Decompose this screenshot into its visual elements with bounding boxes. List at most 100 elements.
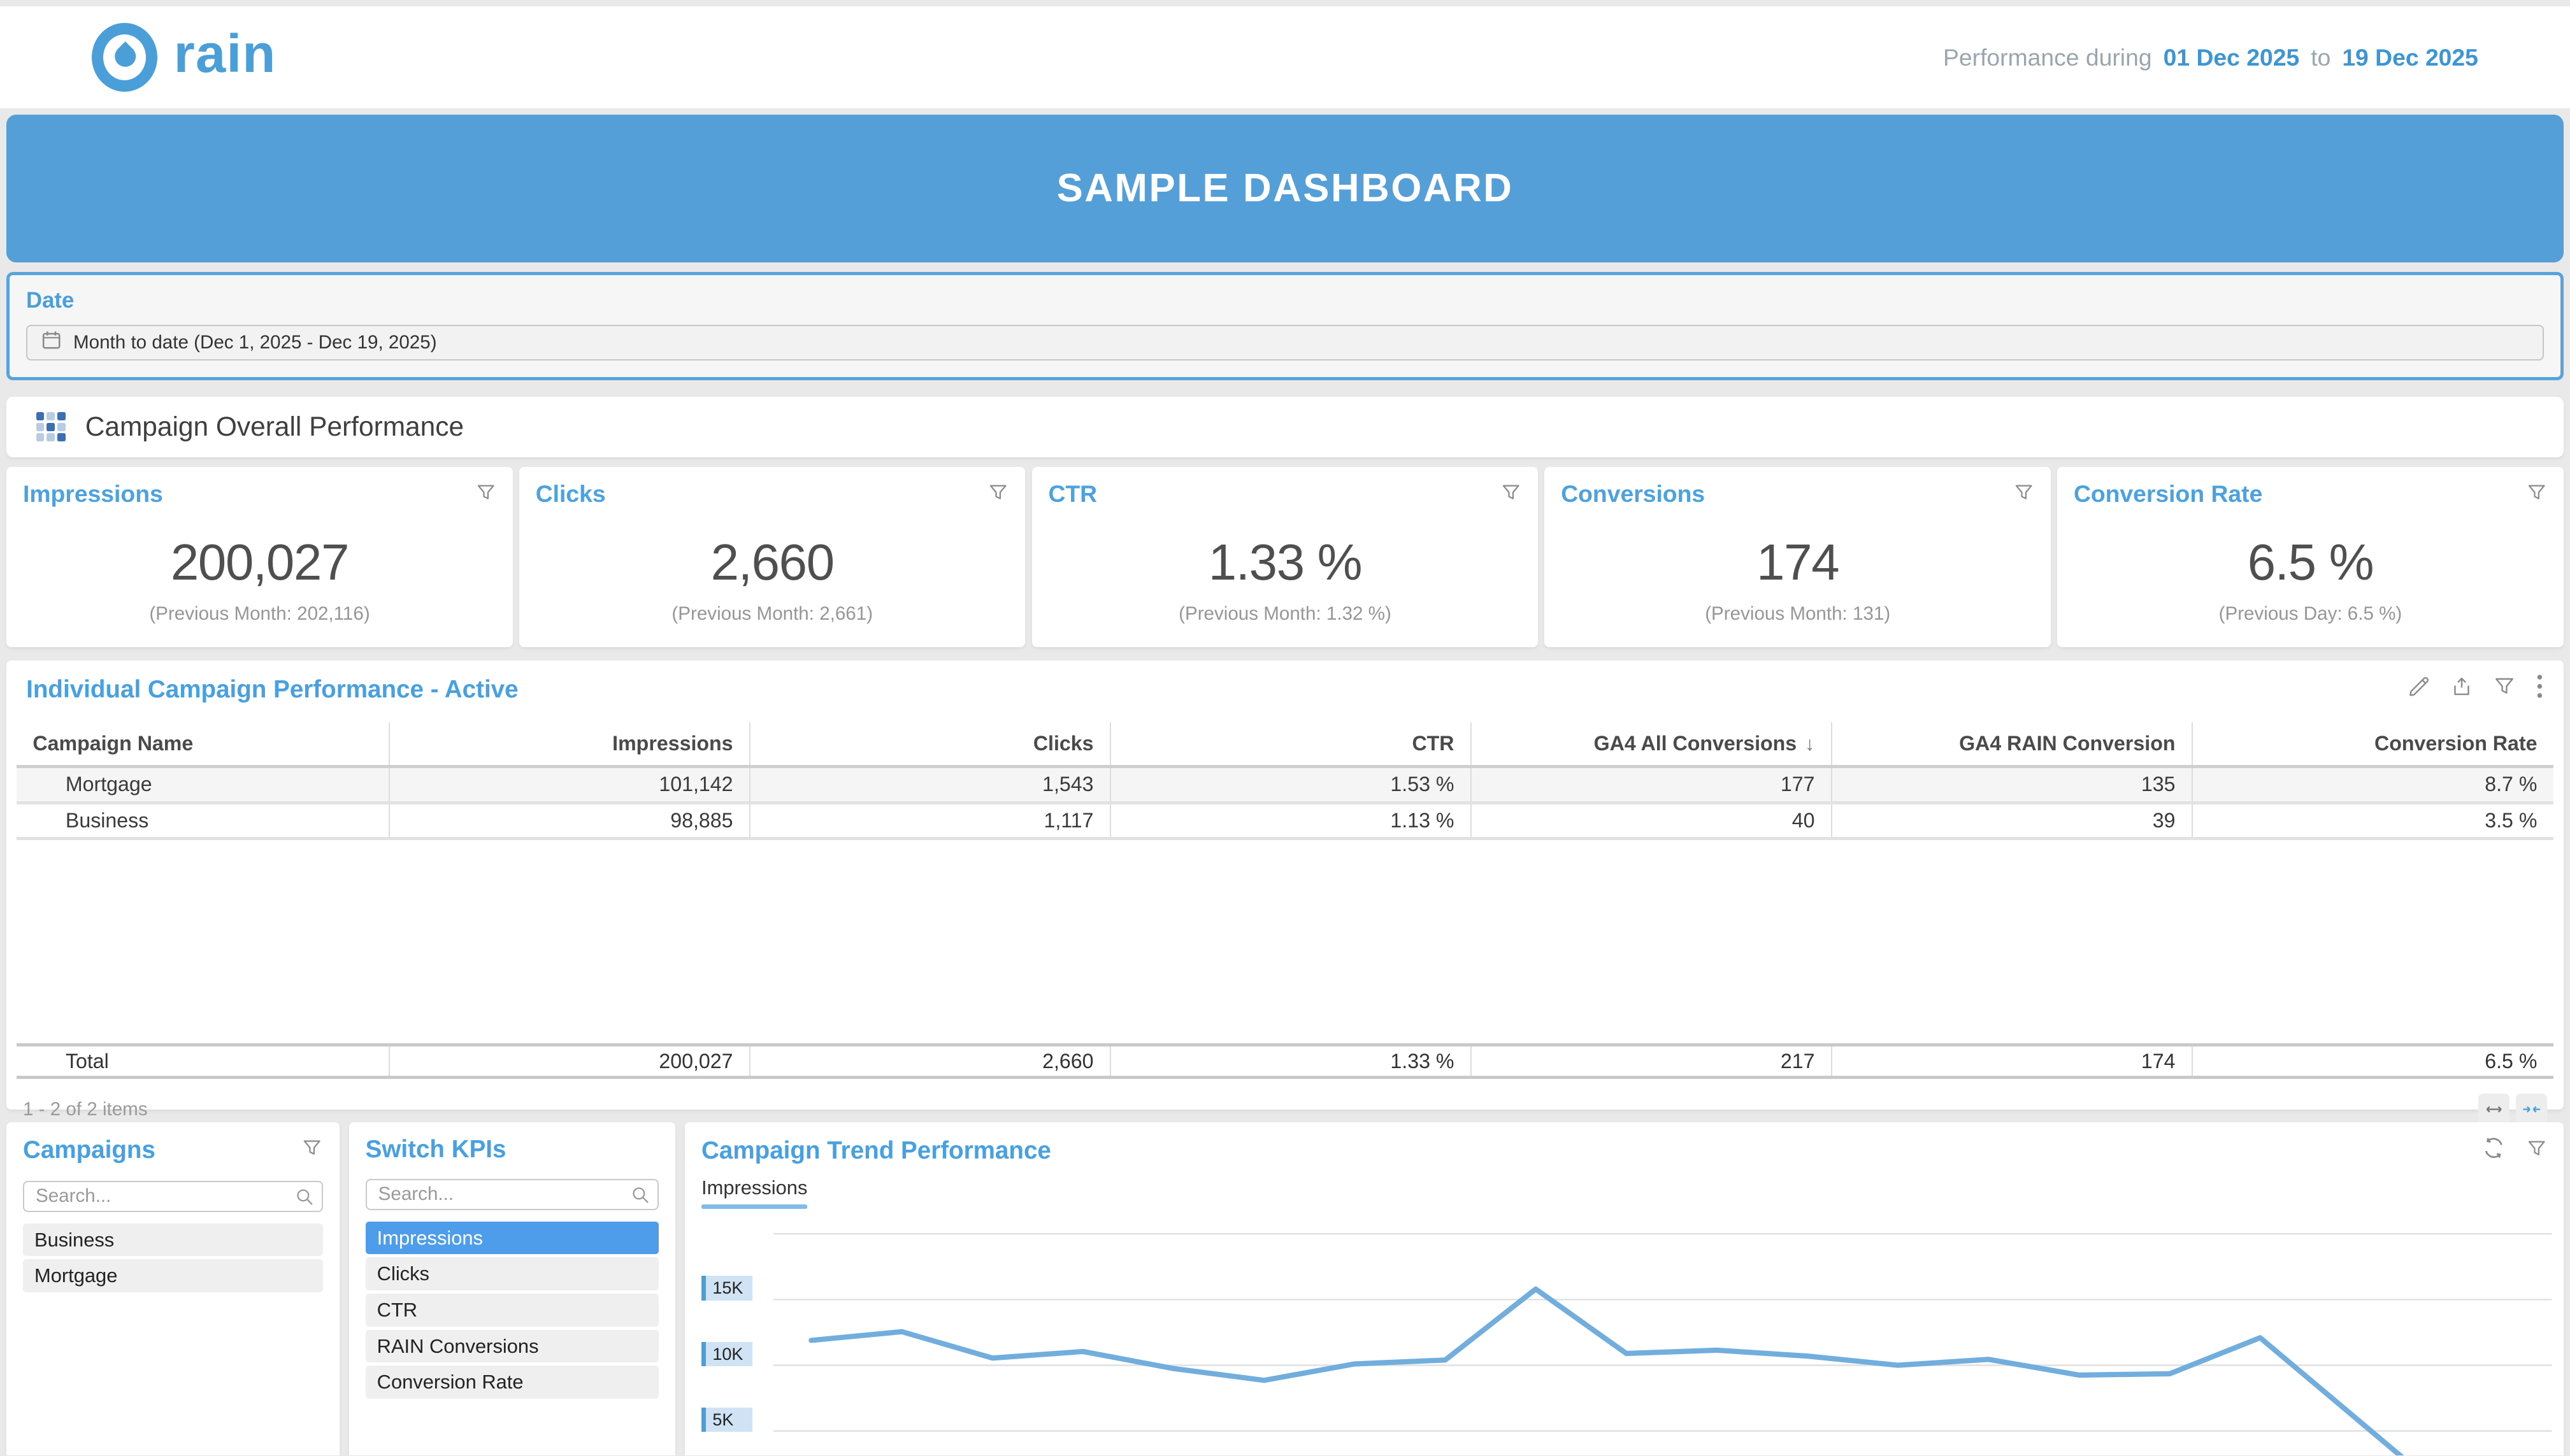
legend-item-impressions[interactable]: Impressions <box>701 1176 807 1209</box>
refresh-icon[interactable] <box>2481 1136 2506 1167</box>
kpi-subtitle: (Previous Month: 131) <box>1561 603 2034 625</box>
column-header-campaign-name[interactable]: Campaign Name <box>17 722 391 765</box>
filter-icon[interactable] <box>475 480 496 510</box>
date-range-value: Month to date (Dec 1, 2025 - Dec 19, 202… <box>73 332 437 353</box>
table-footer-buttons <box>2478 1094 2547 1125</box>
cell-impressions: 98,885 <box>390 804 750 837</box>
cell-ga4-all-conversions: 177 <box>1472 768 1832 801</box>
cell-campaign-name: Business <box>17 804 391 837</box>
kpi-item-conversion-rate[interactable]: Conversion Rate <box>366 1366 659 1398</box>
kpi-subtitle: (Previous Month: 202,116) <box>23 603 496 625</box>
fit-column-width-button[interactable] <box>2478 1094 2509 1125</box>
filter-icon[interactable] <box>2013 480 2034 510</box>
kpi-title: Conversions <box>1561 480 1705 508</box>
kpi-card-impressions: Impressions 200,027 (Previous Month: 202… <box>6 467 512 647</box>
cell-ga4-all-conversions: 40 <box>1472 804 1832 837</box>
kpi-card-clicks: Clicks 2,660 (Previous Month: 2,661) <box>519 467 1025 647</box>
y-axis-label-10k: 10K <box>701 1342 752 1367</box>
kpi-title: CTR <box>1048 480 1097 508</box>
kpi-cards-row: Impressions 200,027 (Previous Month: 202… <box>6 467 2563 647</box>
section-title: Campaign Overall Performance <box>85 411 464 442</box>
kpi-value: 200,027 <box>23 533 496 592</box>
water-drop-icon <box>110 41 140 71</box>
kebab-menu-icon[interactable] <box>2536 673 2544 706</box>
kpi-subtitle: (Previous Month: 1.32 %) <box>1048 603 1521 625</box>
to-label: to <box>2311 44 2330 71</box>
kpi-item-rain-conversions[interactable]: RAIN Conversions <box>366 1330 659 1362</box>
date-filter-label: Date <box>26 289 2544 313</box>
bottom-row: Campaigns BusinessMortgage Switch KPIs I… <box>6 1122 2563 1455</box>
line-chart-svg <box>701 1224 2552 1455</box>
table-row-business[interactable]: Business98,8851,1171.13 %40393.5 % <box>17 804 2554 840</box>
kpi-card-conversion-rate: Conversion Rate 6.5 % (Previous Day: 6.5… <box>2057 467 2563 647</box>
filter-icon[interactable] <box>2526 1136 2547 1166</box>
kpi-value: 174 <box>1561 533 2034 592</box>
column-header-conversion-rate[interactable]: Conversion Rate <box>2193 722 2553 765</box>
performance-label: Performance during <box>1943 44 2152 71</box>
table-header-row: Campaign NameImpressionsClicksCTRGA4 All… <box>17 722 2554 768</box>
campaign-item-mortgage[interactable]: Mortgage <box>23 1259 323 1292</box>
date-filter-section: Date Month to date (Dec 1, 2025 - Dec 19… <box>6 272 2563 380</box>
filter-icon[interactable] <box>2526 480 2547 510</box>
column-header-clicks[interactable]: Clicks <box>750 722 1111 765</box>
kpi-item-impressions[interactable]: Impressions <box>366 1222 659 1254</box>
dashboard-title: SAMPLE DASHBOARD <box>1057 166 1514 211</box>
date-range-picker[interactable]: Month to date (Dec 1, 2025 - Dec 19, 202… <box>26 325 2544 361</box>
table-row-mortgage[interactable]: Mortgage101,1421,5431.53 %1771358.7 % <box>17 768 2554 804</box>
campaigns-search-input[interactable] <box>23 1181 323 1212</box>
kpi-item-clicks[interactable]: Clicks <box>366 1257 659 1290</box>
column-header-impressions[interactable]: Impressions <box>390 722 750 765</box>
cell-ctr: 1.53 % <box>1111 768 1472 801</box>
pagination-status: 1 - 2 of 2 items <box>23 1099 148 1120</box>
cell-ga4-rain-conversion: 135 <box>1832 768 2193 801</box>
cell-clicks: 1,117 <box>750 804 1111 837</box>
campaigns-panel: Campaigns BusinessMortgage <box>6 1122 339 1455</box>
kpi-title: Impressions <box>23 480 163 508</box>
section-header: Campaign Overall Performance <box>6 397 2563 457</box>
filter-icon[interactable] <box>2493 674 2516 704</box>
kpi-item-ctr[interactable]: CTR <box>366 1294 659 1326</box>
search-icon <box>295 1183 315 1213</box>
kpis-search-input[interactable] <box>366 1179 659 1210</box>
search-icon <box>631 1181 650 1211</box>
campaign-item-business[interactable]: Business <box>23 1224 323 1256</box>
cell-conversion-rate: 8.7 % <box>2193 768 2553 801</box>
column-header-ctr[interactable]: CTR <box>1111 722 1472 765</box>
kpi-card-ctr: CTR 1.33 % (Previous Month: 1.32 %) <box>1032 467 1538 647</box>
switch-kpis-panel: Switch KPIs ImpressionsClicks CTR RAIN Con… <box>349 1122 675 1455</box>
kpi-subtitle: (Previous Day: 6.5 %) <box>2074 603 2547 625</box>
trend-line-chart: 15K 10K 5K <box>701 1224 2547 1455</box>
trend-chart-panel: Campaign Trend Performance Impressions 1… <box>685 1122 2563 1455</box>
column-header-ga4-rain-conversion[interactable]: GA4 RAIN Conversion <box>1832 722 2193 765</box>
cell-campaign-name: Mortgage <box>17 768 391 801</box>
campaign-table-card: Individual Campaign Performance - Active… <box>6 660 2563 1110</box>
sort-desc-icon: ↓ <box>1805 732 1814 755</box>
export-icon[interactable] <box>2450 674 2473 704</box>
column-header-ga4-all-conversions[interactable]: GA4 All Conversions↓ <box>1472 722 1832 765</box>
dashboard-banner: SAMPLE DASHBOARD <box>6 115 2563 262</box>
total-ga4-rain-conversion: 174 <box>1832 1046 2193 1076</box>
total-impressions: 200,027 <box>390 1046 750 1076</box>
cell-ctr: 1.13 % <box>1111 804 1472 837</box>
cell-impressions: 101,142 <box>390 768 750 801</box>
kpi-card-conversions: Conversions 174 (Previous Month: 131) <box>1544 467 2050 647</box>
dashboard-page: rain Performance during 01 Dec 2025 to 1… <box>0 0 2570 1455</box>
logo-text: rain <box>174 27 276 87</box>
collapse-columns-button[interactable] <box>2516 1094 2547 1125</box>
kpi-title: Conversion Rate <box>2074 480 2262 508</box>
filter-icon[interactable] <box>301 1136 322 1166</box>
edit-icon[interactable] <box>2408 674 2430 704</box>
y-axis-label-5k: 5K <box>701 1408 752 1432</box>
calendar-icon <box>41 329 62 355</box>
kpi-value: 1.33 % <box>1048 533 1521 592</box>
impressions-line-series <box>811 1289 2441 1455</box>
filter-icon[interactable] <box>987 480 1009 510</box>
switch-kpis-title: Switch KPIs <box>366 1136 506 1164</box>
table-toolbar <box>2408 673 2543 706</box>
performance-date-range: Performance during 01 Dec 2025 to 19 Dec… <box>1943 44 2478 71</box>
kpi-switcher-list: ImpressionsClicks CTR RAIN Conversions Conv… <box>366 1222 659 1399</box>
y-axis-label-15k: 15K <box>701 1276 752 1301</box>
total-campaign-name: Total <box>17 1046 391 1076</box>
filter-icon[interactable] <box>1500 480 1521 510</box>
top-header: rain Performance during 01 Dec 2025 to 1… <box>0 6 2570 108</box>
